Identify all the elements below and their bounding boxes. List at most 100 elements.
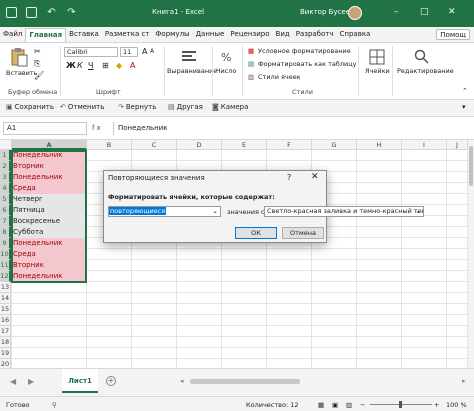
zoom-in-icon[interactable]: + [434,401,439,409]
cell-a1[interactable]: Понедельник [12,150,86,161]
tab-file[interactable]: Файл [0,28,25,42]
row-header[interactable]: 6 [0,205,11,216]
col-header-f[interactable]: F [267,140,312,150]
autosave-icon[interactable] [6,7,17,18]
row-header[interactable]: 18 [0,337,11,348]
sheet-tab-1[interactable]: Лист1 [62,369,98,393]
tab-developer[interactable]: Разработч [293,28,337,42]
font-color-icon[interactable]: A [130,61,135,70]
row-header[interactable]: 13 [0,282,11,293]
cell-a3[interactable]: Понедельник [12,172,86,183]
cell-a7[interactable]: Воскресенье [12,216,86,227]
col-header-d[interactable]: D [177,140,222,150]
tab-view[interactable]: Вид [273,28,293,42]
cells-button[interactable]: Ячейки [365,67,390,75]
row-header[interactable]: 19 [0,348,11,359]
save-icon[interactable] [26,7,37,18]
customize-qat-icon[interactable]: ▾ [462,103,466,111]
row-header[interactable]: 8 [0,227,11,238]
zoom-slider-thumb[interactable] [399,401,402,408]
tab-home[interactable]: Главная [25,28,67,42]
grow-font-icon[interactable]: A [142,47,147,56]
cell-a12[interactable]: Понедельник [12,271,86,282]
paste-icon[interactable] [10,47,28,67]
help-button[interactable]: Помощ [436,29,470,40]
cut-icon[interactable]: ✂ [34,47,41,56]
qat-save[interactable]: ▣ Сохранить [6,103,54,111]
cell-styles-button[interactable]: Стили ячеек [258,73,301,81]
function-icon[interactable]: fx [92,124,103,132]
col-header-b[interactable]: B [87,140,132,150]
duplicate-type-select[interactable]: повторяющиеся ⌄ [108,206,221,217]
page-break-icon[interactable]: ▥ [346,401,352,409]
row-header[interactable]: 16 [0,315,11,326]
qat-other[interactable]: ▤ Другая [168,103,203,111]
cell-a4[interactable]: Среда [12,183,86,194]
row-header[interactable]: 3 [0,172,11,183]
italic-button[interactable]: К [77,61,83,70]
tab-data[interactable]: Данные [193,28,228,42]
row-header[interactable]: 7 [0,216,11,227]
page-layout-icon[interactable]: ▣ [332,401,338,409]
row-header[interactable]: 15 [0,304,11,315]
row-header[interactable]: 10 [0,249,11,260]
col-header-i[interactable]: I [402,140,447,150]
select-all[interactable] [0,140,12,150]
bold-button[interactable]: Ж [66,61,76,70]
tab-page-layout[interactable]: Разметка ст [102,28,153,42]
avatar[interactable] [348,6,362,20]
format-table-button[interactable]: Форматировать как таблицу [258,60,357,68]
close-icon[interactable]: ✕ [448,7,456,17]
cell-a10[interactable]: Среда [12,249,86,260]
search-icon[interactable] [414,49,430,65]
tab-help[interactable]: Справка [337,28,374,42]
tab-formulas[interactable]: Формулы [152,28,192,42]
close-icon[interactable]: ✕ [311,172,319,182]
qat-undo[interactable]: ↶ Отменить [60,103,104,111]
maximize-icon[interactable]: □ [420,7,429,17]
cell-a5[interactable]: Четверг [12,194,86,205]
row-header[interactable]: 11 [0,260,11,271]
next-sheet-icon[interactable]: ▶ [28,377,34,386]
row-header[interactable]: 17 [0,326,11,337]
minimize-icon[interactable]: – [394,7,399,17]
collapse-ribbon-icon[interactable]: ⌃ [462,87,468,95]
tab-insert[interactable]: Вставка [66,28,102,42]
col-header-h[interactable]: H [357,140,402,150]
fill-color-icon[interactable]: ◆ [116,61,122,70]
row-header[interactable]: 20 [0,359,11,368]
number-format-icon[interactable]: % [220,49,236,65]
cell-a11[interactable]: Вторник [12,260,86,271]
accessibility-icon[interactable]: ⚲ [52,401,57,409]
cancel-button[interactable]: Отмена [282,227,324,239]
font-size-select[interactable]: 11 [120,47,138,57]
underline-button[interactable]: Ч [88,61,93,70]
name-box[interactable]: A1 [3,122,87,135]
row-header[interactable]: 4 [0,183,11,194]
horizontal-scrollbar[interactable] [190,379,300,384]
row-header[interactable]: 9 [0,238,11,249]
row-header[interactable]: 1 [0,150,11,161]
ok-button[interactable]: ОК [235,227,277,239]
cell-a9[interactable]: Понедельник [12,238,86,249]
col-header-c[interactable]: C [132,140,177,150]
vertical-scrollbar[interactable] [468,140,474,368]
row-header[interactable]: 14 [0,293,11,304]
scrollbar-thumb[interactable] [469,146,473,186]
normal-view-icon[interactable]: ▦ [318,401,324,409]
col-header-j[interactable]: J [447,140,468,150]
borders-icon[interactable]: ⊞ [102,61,109,70]
help-icon[interactable]: ? [287,173,291,182]
cells-icon[interactable] [369,49,385,65]
col-header-g[interactable]: G [312,140,357,150]
cell-a6[interactable]: Пятница [12,205,86,216]
format-painter-icon[interactable]: 🖌 [34,71,44,80]
undo-icon[interactable]: ↶ [46,7,57,18]
row-header[interactable]: 2 [0,161,11,172]
user-name[interactable]: Виктор Бусеев [300,8,354,16]
tab-review[interactable]: Рецензиро [227,28,272,42]
zoom-out-icon[interactable]: − [360,401,365,409]
redo-icon[interactable]: ↷ [66,7,77,18]
cell-a8[interactable]: Суббота [12,227,86,238]
col-header-a[interactable]: A [12,140,87,150]
